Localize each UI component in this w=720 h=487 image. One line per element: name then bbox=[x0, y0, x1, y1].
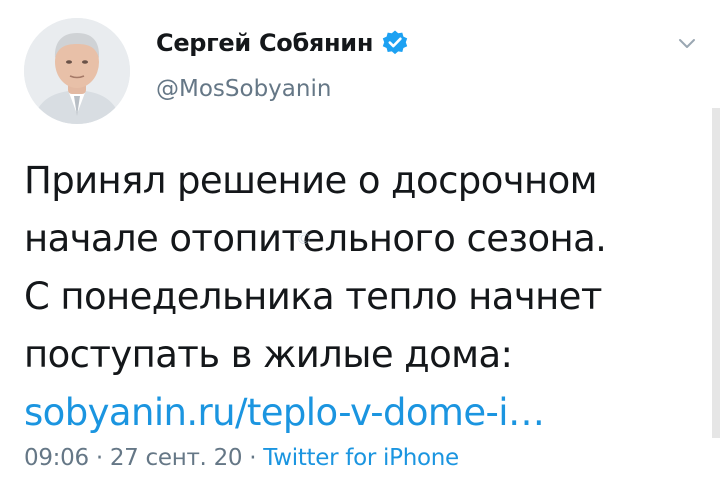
tweet-text: Принял решение о досрочном начале отопит… bbox=[24, 152, 704, 442]
tweet-meta: 09:06 · 27 сент. 20 · Twitter for iPhone bbox=[24, 441, 459, 475]
verified-badge-icon bbox=[381, 29, 409, 57]
avatar[interactable] bbox=[24, 18, 130, 124]
tweet-header: Сергей Собянин @MosSobyanin bbox=[156, 26, 409, 106]
scrollbar[interactable] bbox=[712, 108, 720, 438]
tweet-text-line: Принял решение о досрочном bbox=[24, 159, 598, 202]
tweet-text-line: начале отопительного сезона. bbox=[24, 217, 607, 260]
meta-separator: · bbox=[249, 445, 257, 471]
author-display-name[interactable]: Сергей Собянин bbox=[156, 26, 373, 60]
tweet-date: 27 сент. 20 bbox=[109, 445, 243, 471]
author-name-row: Сергей Собянин bbox=[156, 26, 409, 60]
tweet-link[interactable]: sobyanin.ru/teplo-v-dome-i… bbox=[24, 384, 704, 442]
chevron-down-icon[interactable] bbox=[676, 32, 698, 54]
tweet-text-line: С понедельника тепло начнет bbox=[24, 275, 602, 318]
tweet-time: 09:06 bbox=[24, 445, 89, 471]
author-handle[interactable]: @MosSobyanin bbox=[156, 72, 409, 106]
tweet-source[interactable]: Twitter for iPhone bbox=[263, 445, 459, 471]
meta-separator: · bbox=[95, 445, 103, 471]
tweet-text-line: поступать в жилые дома: bbox=[24, 333, 513, 376]
avatar-photo bbox=[24, 18, 130, 124]
